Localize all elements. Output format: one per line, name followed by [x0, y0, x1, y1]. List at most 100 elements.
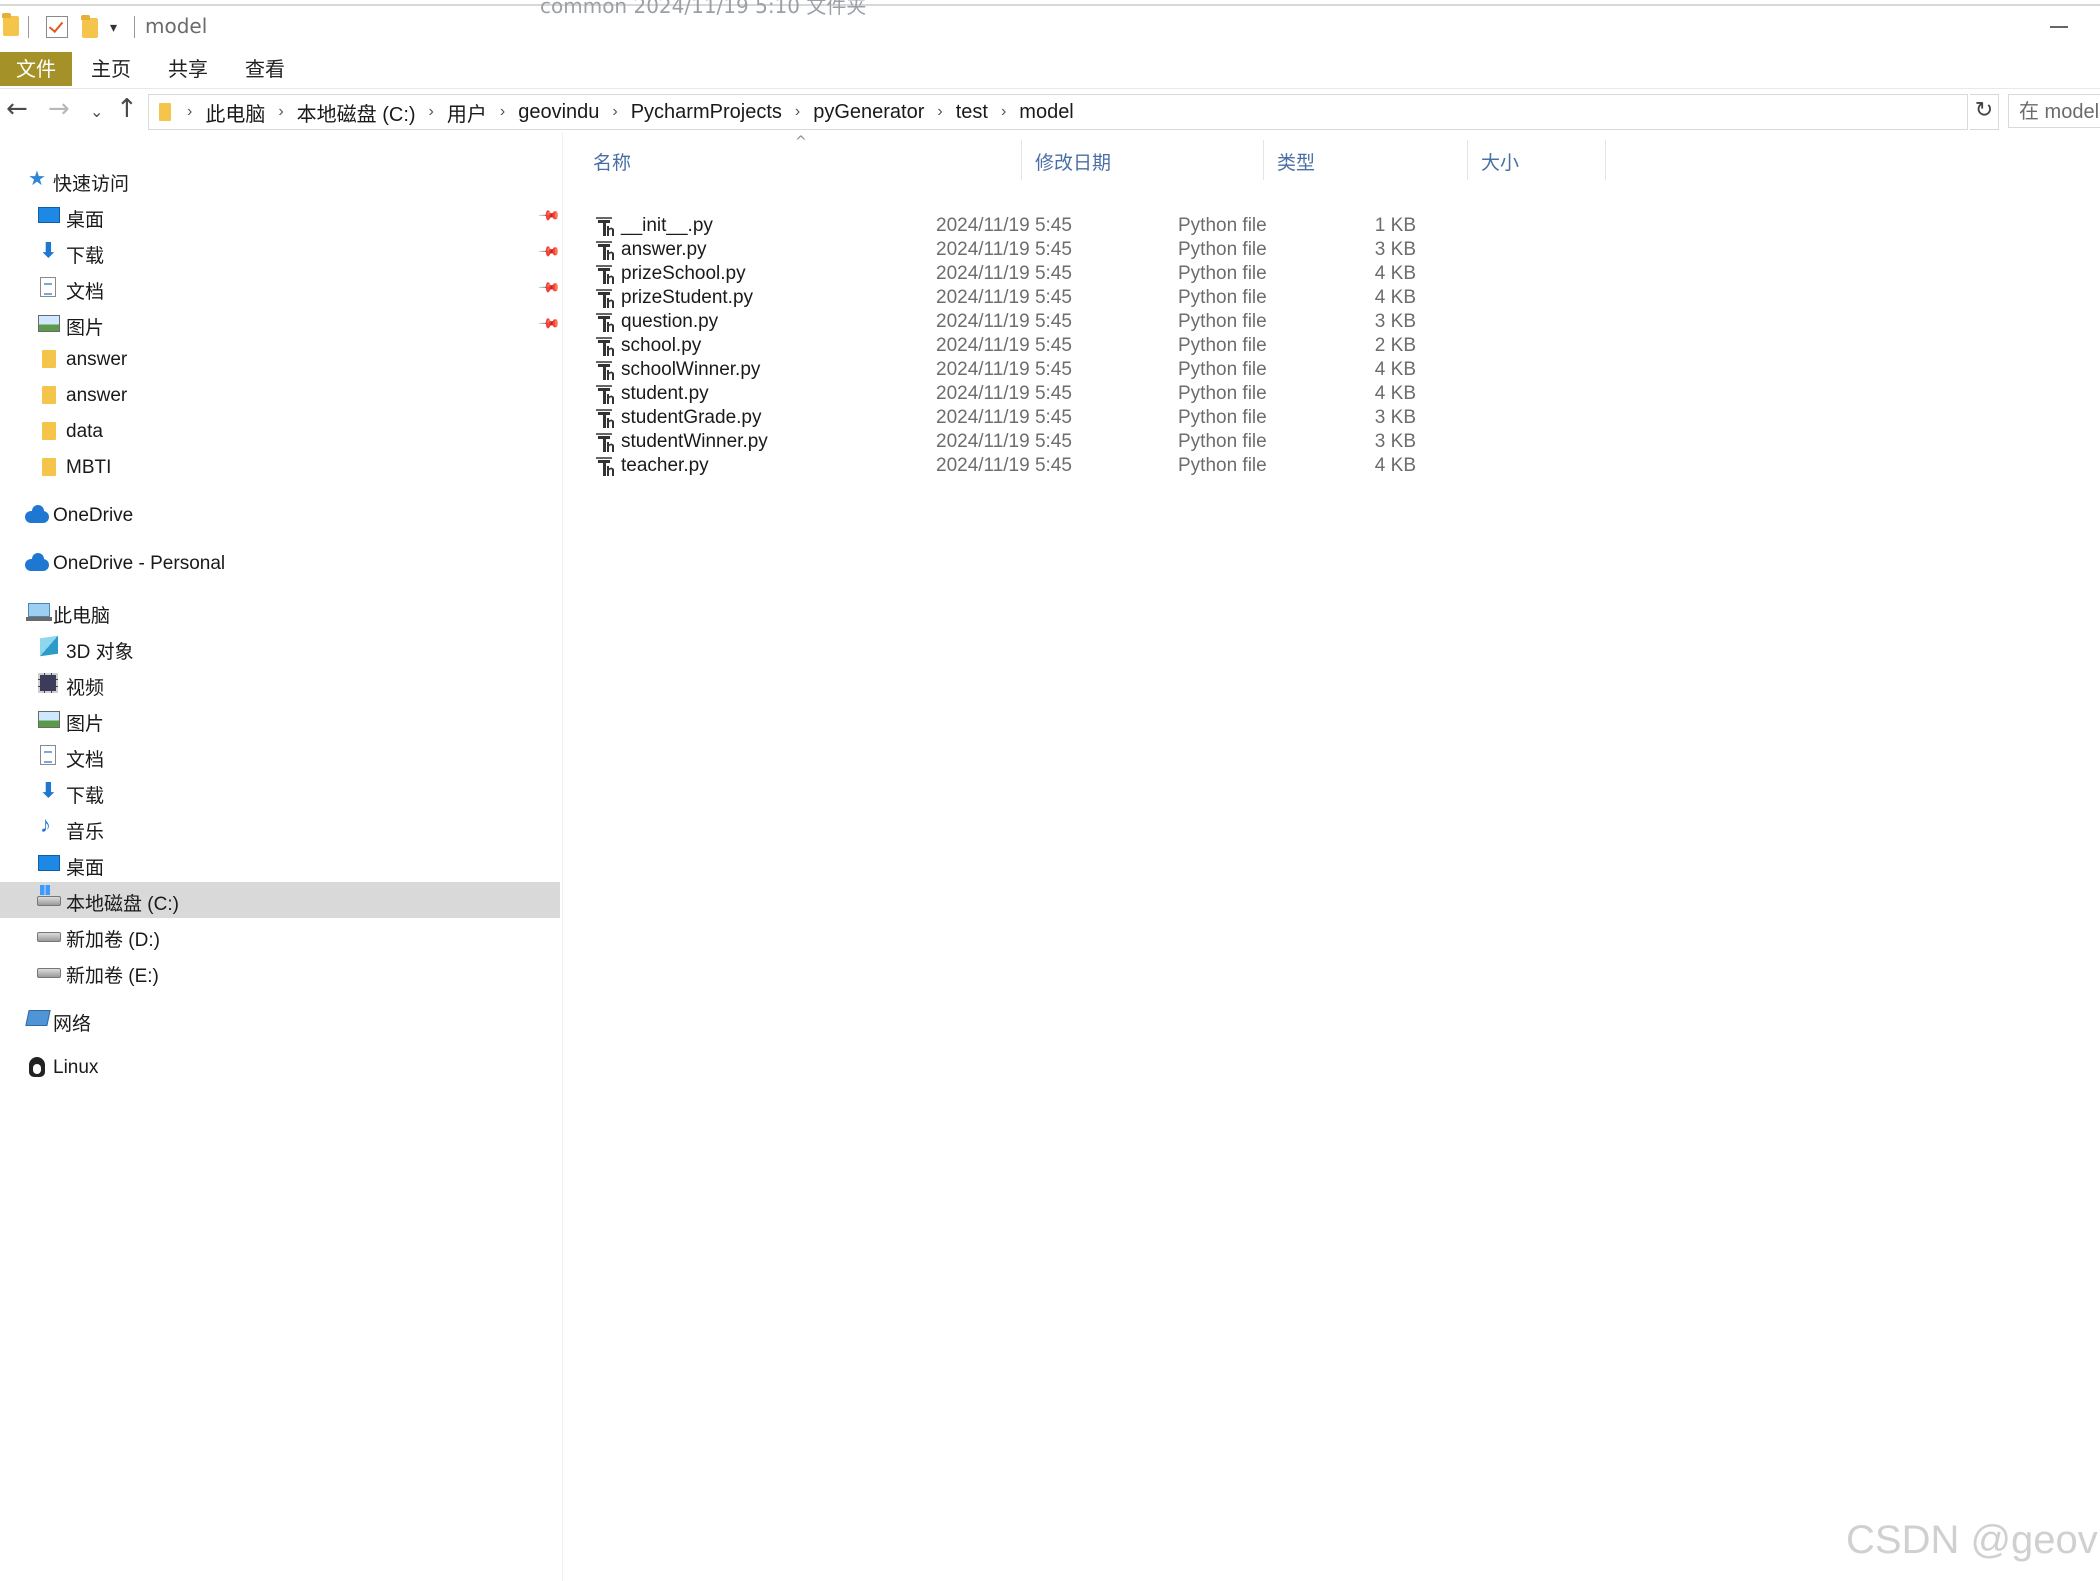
sidebar-item-documents[interactable]: 文档	[0, 738, 560, 774]
chevron-right-icon[interactable]: ›	[429, 103, 434, 121]
documents-icon	[40, 277, 56, 297]
column-header-name[interactable]: 名称	[593, 146, 631, 180]
sidebar-item-onedrive-personal[interactable]: OneDrive - Personal	[0, 546, 560, 582]
pictures-icon	[38, 711, 60, 728]
sidebar-item-label: data	[66, 421, 103, 442]
top-edge-line	[0, 4, 2100, 6]
cloud-icon	[25, 553, 49, 571]
sort-ascending-icon: ^	[795, 134, 807, 150]
column-divider[interactable]	[1263, 140, 1264, 180]
sidebar-item-network[interactable]: 网络	[0, 1002, 560, 1038]
sidebar-item-label: OneDrive	[53, 505, 134, 526]
pin-icon[interactable]: 📌	[538, 239, 562, 263]
network-icon	[25, 1010, 51, 1026]
column-header-date[interactable]: 修改日期	[1035, 146, 1111, 180]
tab-share[interactable]: 共享	[160, 52, 216, 86]
sidebar-item-3d-objects[interactable]: 3D 对象	[0, 630, 560, 666]
chevron-right-icon[interactable]: ›	[1001, 103, 1006, 121]
breadcrumb-item-pygenerator[interactable]: pyGenerator	[813, 101, 924, 124]
breadcrumb-item-users[interactable]: 用户	[447, 98, 487, 127]
sidebar-item-label: 图片	[66, 318, 105, 339]
chevron-right-icon[interactable]: ›	[278, 103, 283, 121]
sidebar-item-label: 音乐	[66, 822, 105, 843]
video-icon	[38, 673, 58, 693]
sidebar-item-mbti[interactable]: MBTI	[0, 450, 560, 486]
sidebar-item-videos[interactable]: 视频	[0, 666, 560, 702]
sidebar-item-desktop[interactable]: 桌面	[0, 846, 560, 882]
sidebar-item-onedrive[interactable]: OneDrive	[0, 498, 560, 534]
sidebar-item-quick-access[interactable]: ★ 快速访问	[0, 162, 560, 198]
tab-file[interactable]: 文件	[0, 52, 72, 86]
sidebar-item-this-pc[interactable]: 此电脑	[0, 594, 560, 630]
breadcrumb-item-test[interactable]: test	[956, 101, 988, 124]
sidebar-item-label: 图片	[66, 714, 105, 735]
sidebar-item-label: 文档	[66, 750, 105, 771]
properties-icon[interactable]	[46, 16, 68, 38]
sidebar-item-answer[interactable]: answer	[0, 342, 560, 378]
back-arrow-icon[interactable]: ←	[6, 94, 28, 124]
minimize-button[interactable]	[2050, 26, 2068, 28]
forward-arrow-icon[interactable]: →	[48, 94, 70, 124]
breadcrumb-item-this-pc[interactable]: 此电脑	[205, 98, 265, 127]
scrolled-row-ghost: common 2024/11/19 5:10 文件夹	[540, 0, 867, 18]
music-icon: ♪	[40, 812, 51, 837]
python-file-icon	[595, 456, 615, 478]
sidebar-item-pictures[interactable]: 图片 📌	[0, 306, 562, 342]
column-divider[interactable]	[1021, 140, 1022, 180]
navigation-pane: ★ 快速访问 桌面 📌 ⬇ 下载 📌 文档 📌 图片 📌 answer answ…	[0, 132, 563, 1581]
address-bar[interactable]: › 此电脑 › 本地磁盘 (C:) › 用户 › geovindu › Pych…	[148, 94, 2100, 130]
sidebar-item-desktop[interactable]: 桌面 📌	[0, 198, 562, 234]
file-type: Python file	[1178, 455, 1267, 476]
sidebar-item-pictures[interactable]: 图片	[0, 702, 560, 738]
pin-icon[interactable]: 📌	[538, 311, 562, 335]
sidebar-item-drive-d[interactable]: 新加卷 (D:)	[0, 918, 560, 954]
column-header-type[interactable]: 类型	[1277, 146, 1315, 180]
breadcrumb-item-geovindu[interactable]: geovindu	[518, 101, 599, 124]
chevron-right-icon[interactable]: ›	[795, 103, 800, 121]
tab-view[interactable]: 查看	[237, 52, 293, 86]
sidebar-item-linux[interactable]: Linux	[0, 1050, 560, 1086]
column-divider[interactable]	[1467, 140, 1468, 180]
sidebar-item-drive-e[interactable]: 新加卷 (E:)	[0, 954, 560, 990]
chevron-right-icon[interactable]: ›	[612, 103, 617, 121]
chevron-right-icon[interactable]: ›	[937, 103, 942, 121]
drive-icon	[37, 968, 61, 978]
window-folder-icon	[2, 13, 19, 36]
breadcrumb-item-model[interactable]: model	[1019, 101, 1073, 124]
new-folder-icon[interactable]	[81, 15, 98, 38]
sidebar-item-downloads[interactable]: ⬇ 下载	[0, 774, 560, 810]
sidebar-item-music[interactable]: ♪ 音乐	[0, 810, 560, 846]
tab-home[interactable]: 主页	[83, 52, 139, 86]
breadcrumb-item-pycharmprojects[interactable]: PycharmProjects	[631, 101, 782, 124]
folder-icon	[42, 458, 56, 476]
cloud-icon	[25, 505, 49, 523]
chevron-right-icon[interactable]: ›	[187, 103, 192, 121]
sidebar-item-label: 此电脑	[53, 606, 111, 627]
pin-icon[interactable]: 📌	[538, 203, 562, 227]
address-folder-icon	[159, 103, 171, 121]
sidebar-item-drive-c[interactable]: 本地磁盘 (C:)	[0, 882, 560, 918]
sidebar-item-label: 本地磁盘 (C:)	[66, 894, 179, 915]
download-icon: ⬇	[40, 780, 57, 802]
sidebar-item-downloads[interactable]: ⬇ 下载 📌	[0, 234, 562, 270]
column-header-size[interactable]: 大小	[1481, 146, 1519, 180]
sidebar-item-data[interactable]: data	[0, 414, 560, 450]
column-divider[interactable]	[1605, 140, 1606, 180]
drive-icon	[37, 932, 61, 942]
file-row[interactable]: teacher.py 2024/11/19 5:45 Python file 4 KB	[589, 450, 1599, 482]
search-input[interactable]: 在 model	[2008, 94, 2100, 128]
pin-icon[interactable]: 📌	[538, 275, 562, 299]
sidebar-item-documents[interactable]: 文档 📌	[0, 270, 562, 306]
refresh-button[interactable]: ↻	[1970, 94, 1999, 130]
breadcrumb-item-drive-c[interactable]: 本地磁盘 (C:)	[297, 98, 416, 127]
sidebar-item-label: 文档	[66, 282, 105, 303]
recent-locations-chevron-icon[interactable]: ⌄	[90, 102, 103, 121]
chevron-right-icon[interactable]: ›	[500, 103, 505, 121]
customize-qat-chevron-icon[interactable]: ▾	[110, 20, 117, 36]
watermark: CSDN @geovi	[1846, 1518, 2100, 1562]
up-arrow-icon[interactable]: ↑	[116, 94, 138, 124]
sidebar-item-answer[interactable]: answer	[0, 378, 560, 414]
documents-icon	[40, 745, 56, 765]
qat-divider	[134, 16, 135, 38]
sidebar-item-label: OneDrive - Personal	[53, 553, 226, 574]
